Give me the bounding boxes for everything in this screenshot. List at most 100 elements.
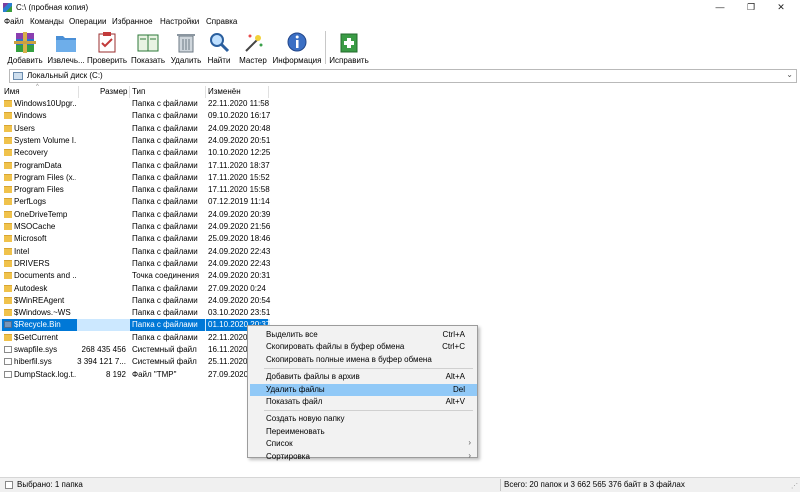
file-name-cell: Recovery [2, 147, 77, 159]
magnifier-icon [210, 33, 230, 53]
menu-favorites[interactable]: Избранное [112, 17, 153, 26]
column-size-header[interactable]: Размер [100, 87, 128, 96]
file-row[interactable]: Autodesk Папка с файлами 27.09.2020 0:24 [0, 283, 270, 295]
folder-icon [4, 100, 12, 107]
file-row[interactable]: Intel Папка с файлами 24.09.2020 22:43 [0, 246, 270, 258]
file-row[interactable]: Windows Папка с файлами 09.10.2020 16:17 [0, 110, 270, 122]
address-bar[interactable]: Локальный диск (C:) ⌄ [9, 69, 797, 83]
menu-item-copy-full-names[interactable]: Скопировать полные имена в буфер обмена [250, 354, 477, 366]
column-header: Имя ^ Размер Тип Изменён [0, 84, 270, 98]
column-divider[interactable] [205, 86, 206, 98]
close-button[interactable]: ✕ [767, 0, 795, 15]
file-row[interactable]: $Recycle.Bin Папка с файлами 01.10.2020 20… [0, 319, 270, 332]
maximize-button[interactable]: ❐ [737, 0, 765, 15]
file-row[interactable]: Program Files Папка с файлами 17.11.2020 1… [0, 184, 270, 196]
file-row[interactable]: MSOCache Папка с файлами 24.09.2020 21:56 [0, 221, 270, 233]
column-divider[interactable] [78, 86, 79, 98]
folder-icon [4, 161, 12, 169]
file-row[interactable]: $WinREAgent Папка с файлами 24.09.2020 20:… [0, 295, 270, 307]
view-label: Показать [130, 56, 165, 65]
file-type: Папка с файлами [132, 332, 198, 342]
repair-button[interactable]: Исправить [328, 29, 370, 66]
selection-status: Выбрано: 1 папка [17, 480, 83, 489]
file-name: Program Files [14, 185, 64, 195]
info-icon [287, 32, 307, 52]
file-name: $Recycle.Bin [14, 320, 61, 330]
file-row[interactable]: $Windows.~WS Папка с файлами 03.10.2020 23… [0, 307, 270, 319]
file-row[interactable]: DumpStack.log.t... 8 192 Файл "TMP" 27.09.2… [0, 369, 270, 381]
file-row[interactable]: Program Files (x... Папка с файлами 17.11.… [0, 172, 270, 184]
column-divider[interactable] [268, 86, 269, 98]
file-row[interactable]: Windows10Upgr... Папка с файлами 22.11.202… [0, 98, 270, 110]
file-row[interactable]: PerfLogs Папка с файлами 07.12.2019 11:14 [0, 196, 270, 208]
menu-item-delete-files[interactable]: Удалить файлы Del [250, 383, 477, 396]
menu-file[interactable]: Файл [4, 17, 24, 26]
folder-icon [4, 272, 12, 280]
title-bar: C:\ (пробная копия) — ❐ ✕ [0, 0, 800, 15]
total-status: Всего: 20 папок и 3 662 565 376 байт в 3… [504, 480, 685, 489]
file-type-cell: Папка с файлами [130, 221, 205, 233]
menu-item-add-to-archive[interactable]: Добавить файлы в архив Alt+A [250, 371, 477, 383]
menu-help[interactable]: Справка [206, 17, 237, 26]
column-name-header[interactable]: Имя [4, 87, 20, 96]
menu-settings[interactable]: Настройки [160, 17, 199, 26]
menu-item-shortcut: Alt+A [445, 372, 465, 382]
file-row[interactable]: swapfile.sys 268 435 456 Системный файл 16.… [0, 344, 270, 356]
delete-label: Удалить [170, 56, 202, 65]
add-label: Добавить [7, 56, 43, 65]
menu-item-label: Показать файл [266, 397, 323, 406]
wizard-button[interactable]: Мастер [236, 29, 270, 66]
folder-icon [4, 210, 12, 218]
file-name-cell: Program Files [2, 184, 77, 196]
file-name-cell: Intel [2, 246, 77, 258]
file-type: Папка с файлами [132, 246, 198, 256]
file-modified: 24.09.2020 21:56 [208, 222, 271, 231]
extract-button[interactable]: Извлечь... [46, 29, 86, 66]
file-type-cell: Папка с файлами [130, 283, 205, 295]
menu-item-list-view[interactable]: Список › [250, 438, 477, 450]
file-type: Точка соединения [132, 271, 200, 281]
file-type: Папка с файлами [132, 234, 198, 244]
menu-item-sort[interactable]: Сортировка › [250, 451, 477, 463]
file-row[interactable]: ProgramData Папка с файлами 17.11.2020 18:… [0, 160, 270, 172]
folder-icon [4, 223, 12, 230]
menu-operations[interactable]: Операции [69, 17, 106, 26]
minimize-button[interactable]: — [706, 0, 734, 15]
file-name-cell: PerfLogs [2, 196, 77, 208]
wizard-label: Мастер [239, 56, 267, 65]
menu-item-rename[interactable]: Переименовать [250, 426, 477, 438]
repair-kit-icon [340, 33, 358, 53]
test-button[interactable]: Проверить [87, 29, 127, 66]
file-row[interactable]: Microsoft Папка с файлами 25.09.2020 18:46 [0, 233, 270, 245]
file-row[interactable]: Users Папка с файлами 24.09.2020 20:48 [0, 123, 270, 135]
delete-button[interactable]: Удалить [167, 29, 205, 66]
file-type-cell: Папка с файлами [130, 135, 205, 147]
column-type-header[interactable]: Тип [132, 87, 145, 96]
file-modified: 17.11.2020 15:52 [208, 172, 270, 182]
column-divider[interactable] [129, 86, 130, 98]
add-button[interactable]: Добавить [5, 29, 45, 66]
resize-grip-icon[interactable]: ⋰ [791, 482, 798, 490]
menu-item-view-file[interactable]: Показать файл Alt+V [250, 396, 477, 408]
folder-icon [4, 198, 12, 206]
file-row[interactable]: DRIVERS Папка с файлами 24.09.2020 22:43 [0, 258, 270, 270]
menu-item-select-all[interactable]: Выделить все Ctrl+A [250, 329, 477, 341]
file-row[interactable]: Documents and ... Точка соединения 24.09.2… [0, 270, 270, 282]
file-row[interactable]: System Volume I... Папка с файлами 24.09.2… [0, 135, 270, 147]
menu-item-copy-files[interactable]: Скопировать файлы в буфер обмена Ctrl+C [250, 341, 477, 353]
column-modified-header[interactable]: Изменён [208, 87, 241, 96]
find-button[interactable]: Найти [203, 29, 235, 66]
file-type-cell: Папка с файлами [130, 98, 205, 110]
info-button[interactable]: Информация [270, 29, 324, 66]
file-name-cell: $GetCurrent [2, 332, 77, 344]
file-name: swapfile.sys [14, 345, 58, 354]
file-row[interactable]: OneDriveTemp Папка с файлами 24.09.2020 20… [0, 209, 270, 221]
file-row[interactable]: $GetCurrent Папка с файлами 22.11.2020 1 [0, 332, 270, 344]
menu-commands[interactable]: Команды [30, 17, 64, 26]
file-row[interactable]: Recovery Папка с файлами 10.10.2020 12:25 [0, 147, 270, 159]
menu-item-new-folder[interactable]: Создать новую папку [250, 413, 477, 425]
file-type-cell: Папка с файлами [130, 246, 205, 258]
address-dropdown-icon[interactable]: ⌄ [786, 70, 793, 79]
file-row[interactable]: hiberfil.sys 3 394 121 7... Системный файл… [0, 356, 270, 368]
view-button[interactable]: Показать [128, 29, 168, 66]
